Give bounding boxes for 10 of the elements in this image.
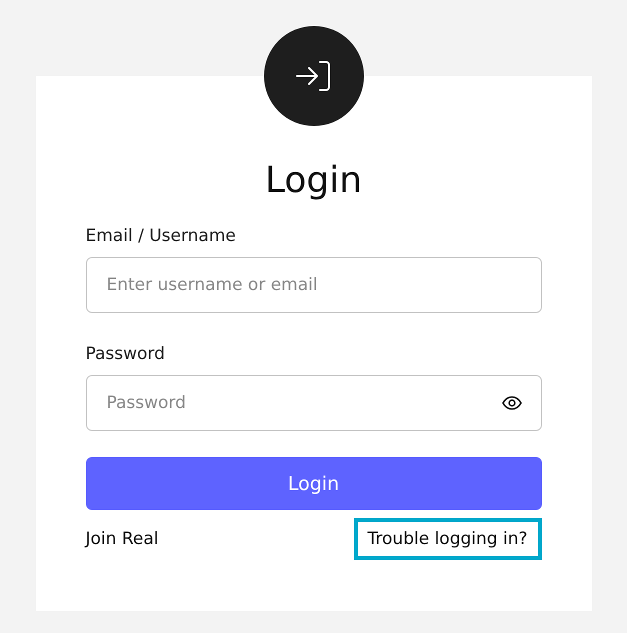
link[interactable]: Trouble logging in? bbox=[354, 518, 542, 560]
username-field[interactable]: Enter username or email bbox=[86, 257, 542, 313]
login-button[interactable]: Login bbox=[86, 457, 542, 510]
sign-in-icon bbox=[296, 61, 332, 91]
field-label: Password bbox=[86, 343, 166, 365]
login-title: Login bbox=[264, 159, 364, 203]
eye-icon[interactable] bbox=[502, 396, 522, 410]
password-field[interactable]: Password bbox=[86, 375, 542, 431]
link[interactable]: Join Real bbox=[86, 522, 168, 556]
field-label: Email / Username bbox=[86, 225, 237, 247]
